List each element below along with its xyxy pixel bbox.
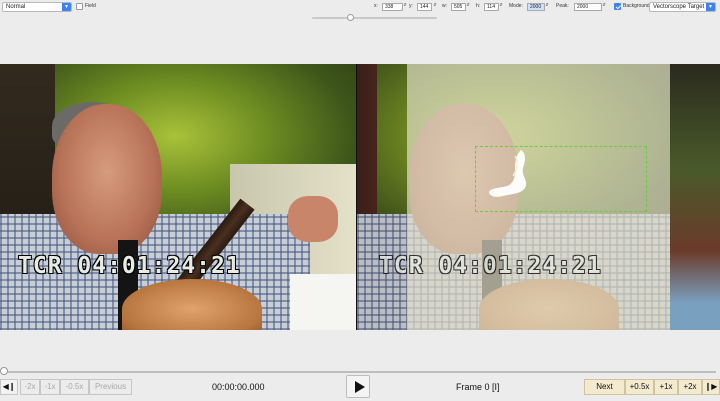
timeline-playhead[interactable] — [0, 367, 8, 375]
next-button[interactable]: Next — [584, 379, 625, 395]
current-timecode: 00:00:00.000 — [212, 382, 265, 392]
zoom-slider-track[interactable] — [312, 17, 437, 19]
x-input[interactable]: 338 — [382, 3, 403, 11]
step-forward-button[interactable]: ❙▶ — [702, 379, 720, 395]
mode-label: Mode: — [509, 3, 523, 9]
step-back-button[interactable]: ◀❙ — [0, 379, 18, 395]
chevron-down-icon: ▾ — [62, 3, 71, 11]
speed-minus-2x-button[interactable]: -2x — [20, 379, 40, 395]
scene-guitar-body — [122, 279, 262, 330]
step-back-icon: ◀❙ — [2, 382, 16, 391]
speed-plus-05x-button[interactable]: +0.5x — [625, 379, 654, 395]
frame-indicator: Frame 0 [I] — [456, 382, 500, 392]
play-icon — [355, 381, 365, 393]
scene-edge — [670, 64, 720, 330]
timeline-track[interactable] — [4, 371, 716, 373]
source-video-panel[interactable]: TCR 04:01:24:21 — [0, 64, 356, 330]
scope-select-value: Vectorscope Target — [653, 4, 705, 10]
h-label: h: — [476, 3, 481, 9]
scene-sleeve — [290, 274, 356, 330]
speed-plus-1x-button[interactable]: +1x — [654, 379, 678, 395]
play-button[interactable] — [346, 375, 370, 398]
scope-video-panel[interactable]: TCR 04:01:24:21 — [357, 64, 720, 330]
burned-in-timecode: TCR 04:01:24:21 — [379, 253, 602, 279]
y-label: y: — [409, 3, 413, 9]
previous-button[interactable]: Previous — [89, 379, 132, 395]
background-label: Background — [623, 3, 650, 9]
w-label: w: — [442, 3, 447, 9]
speed-plus-2x-button[interactable]: +2x — [678, 379, 702, 395]
mode-stepper-icon[interactable]: ⇵ — [545, 3, 549, 11]
scene-face — [52, 104, 162, 254]
vectorscope-trace — [489, 150, 527, 197]
speed-minus-1x-button[interactable]: -1x — [40, 379, 60, 395]
y-input[interactable]: 144 — [417, 3, 432, 11]
peak-label: Peak: — [556, 3, 569, 9]
mode-select[interactable]: Normal ▾ — [2, 2, 72, 12]
mode-input[interactable]: 2000 — [527, 3, 545, 11]
field-label: Field — [85, 3, 96, 9]
top-toolbar: Normal ▾ Field x: 338 ⇵ y: 144 ⇵ w: 505 … — [0, 0, 720, 64]
field-checkbox[interactable] — [76, 3, 83, 10]
scope-select[interactable]: Vectorscope Target ▾ — [649, 2, 716, 12]
peak-input[interactable]: 2000 — [574, 3, 602, 11]
burned-in-timecode: TCR 04:01:24:21 — [18, 253, 241, 279]
w-input[interactable]: 505 — [451, 3, 466, 11]
step-forward-icon: ❙▶ — [704, 382, 718, 391]
y-stepper-icon[interactable]: ⇵ — [433, 3, 437, 11]
h-input[interactable]: 114 — [484, 3, 499, 11]
x-stepper-icon[interactable]: ⇵ — [403, 3, 407, 11]
x-label: x: — [374, 3, 378, 9]
video-area: TCR 04:01:24:21 TCR 04:01:24:21 — [0, 64, 720, 330]
peak-stepper-icon[interactable]: ⇵ — [602, 3, 606, 11]
chevron-down-icon: ▾ — [706, 3, 715, 11]
scene-hand — [288, 196, 338, 242]
w-stepper-icon[interactable]: ⇵ — [466, 3, 470, 11]
mode-select-value: Normal — [6, 4, 26, 10]
speed-minus-05x-button[interactable]: -0.5x — [60, 379, 89, 395]
zoom-slider-knob[interactable] — [347, 14, 354, 21]
h-stepper-icon[interactable]: ⇵ — [499, 3, 503, 11]
background-checkbox[interactable] — [614, 3, 621, 10]
